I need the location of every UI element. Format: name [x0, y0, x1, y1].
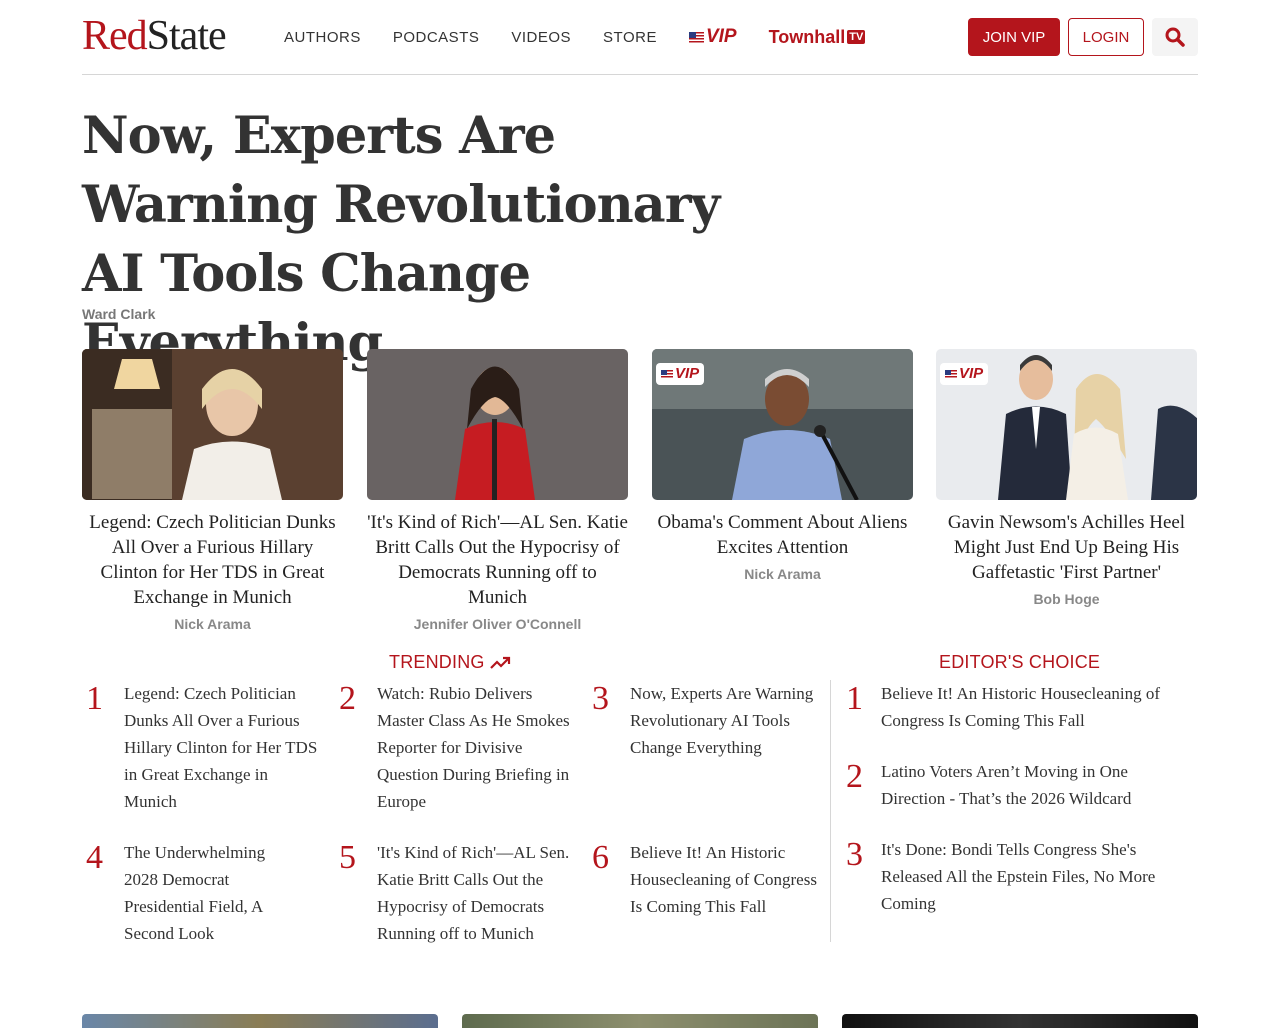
story-image[interactable] — [462, 1014, 818, 1028]
trending-item-title[interactable]: Believe It! An Historic Housecleaning of… — [630, 839, 826, 920]
story-card[interactable]: Legend: Czech Politician Dunks All Over … — [82, 349, 343, 632]
trending-item-title[interactable]: Legend: Czech Politician Dunks All Over … — [124, 680, 320, 815]
editors-choice-heading: EDITOR'S CHOICE — [939, 652, 1101, 672]
nav-vip-label: VIP — [705, 26, 737, 47]
story-image[interactable]: VIP — [652, 349, 913, 500]
editors-choice-item-title[interactable]: Latino Voters Aren’t Moving in One Direc… — [881, 758, 1191, 812]
story-card[interactable]: 'It's Kind of Rich'—AL Sen. Katie Britt … — [367, 349, 628, 632]
rank-number: 4 — [86, 839, 103, 876]
vip-badge-label: VIP — [959, 365, 984, 382]
story-card[interactable]: VIP Obama's Comment About Aliens Excites… — [652, 349, 913, 582]
nav-store[interactable]: STORE — [603, 29, 657, 46]
rank-number: 2 — [846, 758, 863, 795]
login-button[interactable]: LOGIN — [1068, 18, 1144, 56]
editors-choice-item-title[interactable]: It's Done: Bondi Tells Congress She's Re… — [881, 836, 1181, 917]
site-logo[interactable]: RedState — [82, 13, 227, 59]
trending-item-title[interactable]: The Underwhelming 2028 Democrat Presiden… — [124, 839, 294, 947]
rank-number: 2 — [339, 680, 356, 717]
flag-icon — [688, 31, 704, 43]
rank-number: 1 — [846, 680, 863, 717]
join-vip-button[interactable]: JOIN VIP — [968, 18, 1060, 56]
story-title[interactable]: Gavin Newsom's Achilles Heel Might Just … — [936, 510, 1197, 585]
nav-authors[interactable]: AUTHORS — [284, 29, 361, 46]
story-photo — [82, 349, 343, 500]
trending-heading: TRENDING — [389, 652, 512, 673]
story-author[interactable]: Nick Arama — [652, 566, 913, 582]
trending-item-title[interactable]: Now, Experts Are Warning Revolutionary A… — [630, 680, 820, 761]
column-divider — [830, 680, 831, 942]
hero-headline[interactable]: Now, Experts Are Warning Revolutionary A… — [82, 102, 782, 378]
trending-item-title[interactable]: Watch: Rubio Delivers Master Class As He… — [377, 680, 573, 815]
story-author[interactable]: Bob Hoge — [936, 591, 1197, 607]
vip-badge-label: VIP — [675, 365, 700, 382]
story-image[interactable] — [82, 349, 343, 500]
rank-number: 3 — [592, 680, 609, 717]
story-author[interactable]: Nick Arama — [82, 616, 343, 632]
vip-badge: VIP — [656, 363, 705, 385]
page: RedState AUTHORS PODCASTS VIDEOS STORE V… — [82, 0, 1198, 1028]
rank-number: 6 — [592, 839, 609, 876]
story-title[interactable]: Obama's Comment About Aliens Excites Att… — [652, 510, 913, 560]
story-image[interactable] — [367, 349, 628, 500]
search-button[interactable] — [1152, 18, 1198, 56]
site-header: RedState AUTHORS PODCASTS VIDEOS STORE V… — [82, 0, 1198, 75]
townhall-label: Townhall — [768, 26, 846, 47]
story-title[interactable]: 'It's Kind of Rich'—AL Sen. Katie Britt … — [367, 510, 628, 610]
vip-badge: VIP — [940, 363, 989, 385]
story-photo — [367, 349, 628, 500]
logo-red-text: Red — [82, 13, 148, 59]
story-title[interactable]: Legend: Czech Politician Dunks All Over … — [82, 510, 343, 610]
story-card[interactable]: VIP Gavin Newsom's Achilles Heel Might J… — [936, 349, 1197, 607]
trending-arrow-icon — [490, 656, 510, 669]
logo-dark-text: State — [146, 13, 227, 59]
hero-author[interactable]: Ward Clark — [82, 306, 155, 322]
story-image[interactable] — [82, 1014, 438, 1028]
flag-icon — [661, 369, 673, 379]
nav-townhall-tv[interactable]: Townhall TV — [769, 27, 866, 48]
story-image[interactable]: VIP — [936, 349, 1197, 500]
flag-icon — [945, 369, 957, 379]
nav-videos[interactable]: VIDEOS — [511, 29, 571, 46]
search-icon — [1165, 27, 1185, 47]
story-image[interactable] — [842, 1014, 1198, 1028]
trending-item-title[interactable]: 'It's Kind of Rich'—AL Sen. Katie Britt … — [377, 839, 573, 947]
rank-number: 1 — [86, 680, 103, 717]
story-author[interactable]: Jennifer Oliver O'Connell — [367, 616, 628, 632]
townhall-tv-label: TV — [847, 30, 866, 44]
trending-label: TRENDING — [389, 652, 485, 672]
rank-number: 3 — [846, 836, 863, 873]
editors-choice-item-title[interactable]: Believe It! An Historic Housecleaning of… — [881, 680, 1191, 734]
nav-podcasts[interactable]: PODCASTS — [393, 29, 480, 46]
rank-number: 5 — [339, 839, 356, 876]
nav-vip[interactable]: VIP — [688, 26, 737, 48]
main-nav: AUTHORS PODCASTS VIDEOS STORE VIP Townha… — [284, 26, 866, 48]
